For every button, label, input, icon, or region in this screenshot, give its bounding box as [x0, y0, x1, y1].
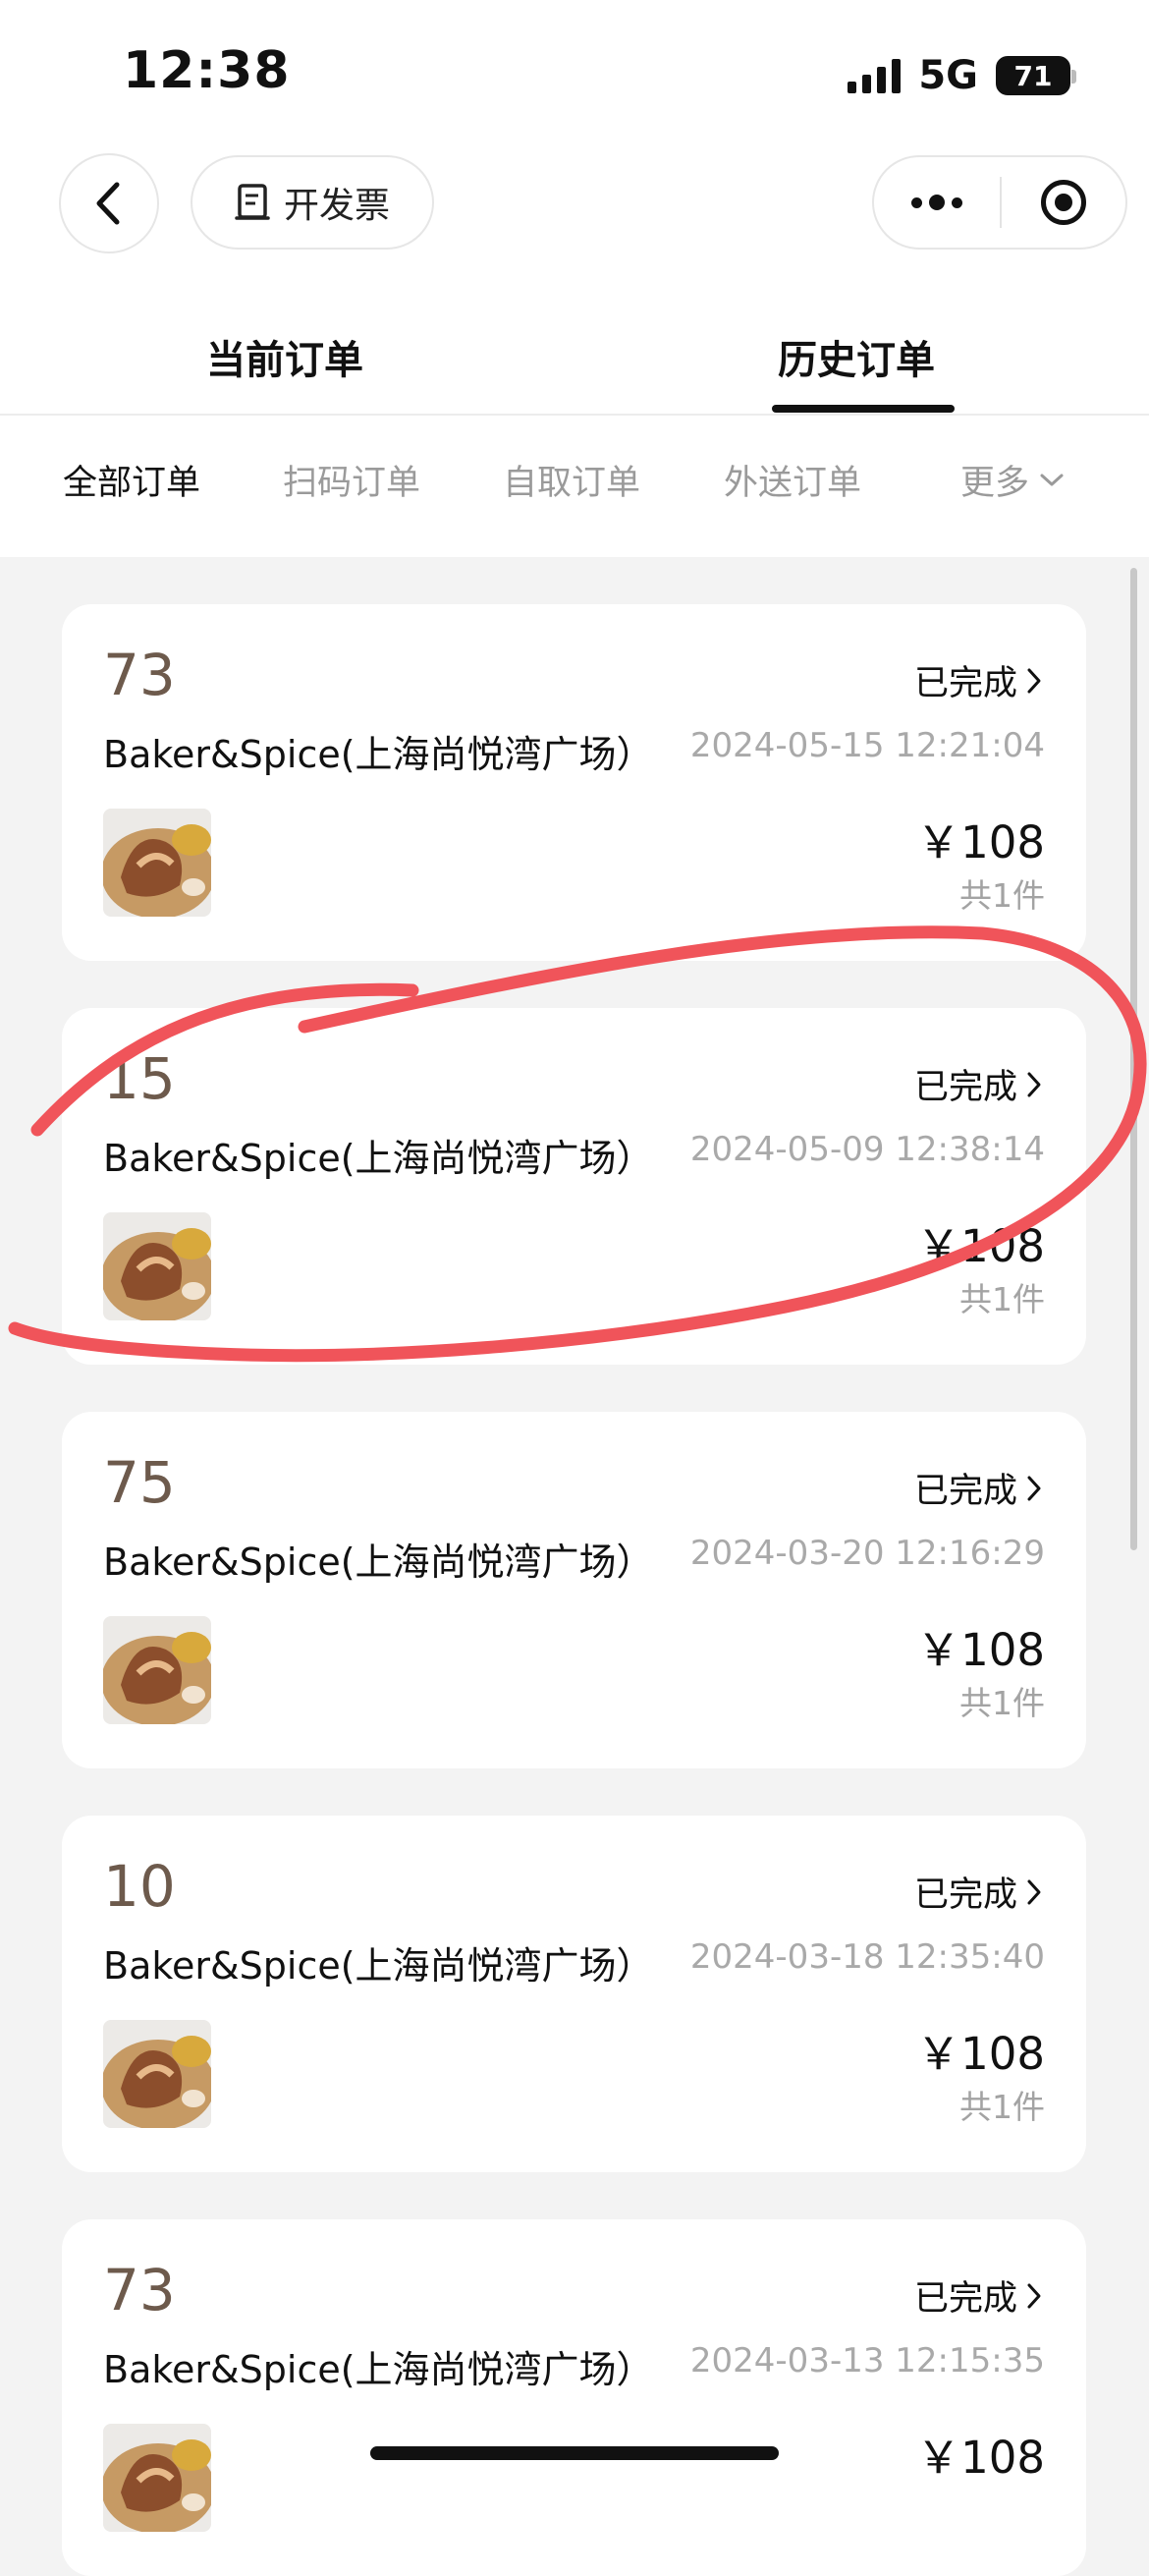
filter-pickup-orders[interactable]: 自取订单	[503, 455, 640, 505]
order-status[interactable]: 已完成	[914, 1463, 1043, 1513]
active-tab-indicator	[772, 405, 955, 413]
chevron-right-icon	[1027, 1476, 1041, 1500]
chevron-right-icon	[1027, 1879, 1041, 1904]
invoice-icon	[235, 184, 270, 220]
tab-current-orders[interactable]: 当前订单	[206, 328, 363, 385]
invoice-label: 开发票	[283, 186, 390, 226]
tab-history-orders[interactable]: 历史订单	[778, 328, 935, 385]
home-indicator[interactable]	[370, 2446, 779, 2460]
store-name: Baker&Spice(上海尚悦湾广场）	[103, 733, 654, 776]
filter-more-label: 更多	[960, 464, 1030, 503]
order-status-label: 已完成	[913, 1068, 1017, 1107]
order-number: 15	[103, 1045, 176, 1112]
miniprogram-capsule	[872, 155, 1127, 250]
order-status-label: 已完成	[913, 1876, 1017, 1915]
order-status[interactable]: 已完成	[914, 2270, 1043, 2321]
filter-more[interactable]: 更多	[960, 455, 1065, 505]
order-number: 10	[103, 1853, 176, 1920]
chevron-right-icon	[1027, 2283, 1041, 2308]
back-chevron-icon	[96, 182, 120, 225]
order-card[interactable]: 15 已完成 Baker&Spice(上海尚悦湾广场） 2024-05-09 1…	[62, 1008, 1086, 1365]
order-status-label: 已完成	[913, 664, 1017, 703]
signal-icon	[848, 58, 902, 93]
order-price: ￥108	[916, 816, 1045, 868]
order-time: 2024-05-09 12:38:14	[689, 1130, 1045, 1169]
order-filters: 全部订单 扫码订单 自取订单 外送订单 更多	[0, 455, 1149, 514]
item-count: 共1件	[959, 2088, 1045, 2126]
battery-icon: 71	[996, 56, 1076, 95]
store-name: Baker&Spice(上海尚悦湾广场）	[103, 1540, 654, 1584]
order-status-label: 已完成	[913, 1472, 1017, 1511]
order-price: ￥108	[916, 1624, 1045, 1676]
order-number: 73	[103, 642, 176, 708]
battery-level: 71	[1013, 59, 1053, 92]
tabs-divider	[0, 414, 1149, 416]
order-time: 2024-03-18 12:35:40	[689, 1937, 1045, 1977]
chevron-right-icon	[1027, 668, 1041, 693]
order-tabs: 当前订单 历史订单	[0, 314, 1149, 413]
status-time: 12:38	[123, 41, 291, 100]
network-type: 5G	[918, 53, 978, 98]
filter-all-orders[interactable]: 全部订单	[63, 455, 200, 505]
item-count: 共1件	[959, 1684, 1045, 1722]
order-card[interactable]: 73 已完成 Baker&Spice(上海尚悦湾广场） 2024-03-13 1…	[62, 2219, 1086, 2576]
food-thumbnail	[103, 2424, 211, 2532]
scrollbar[interactable]	[1130, 568, 1137, 1550]
food-thumbnail	[103, 2020, 211, 2128]
order-time: 2024-05-15 12:21:04	[689, 726, 1045, 765]
order-price: ￥108	[916, 2028, 1045, 2080]
more-button[interactable]	[874, 155, 1000, 250]
filter-scan-orders[interactable]: 扫码订单	[283, 455, 420, 505]
status-indicators: 5G 71	[848, 51, 1076, 100]
order-status[interactable]: 已完成	[914, 655, 1043, 705]
food-thumbnail	[103, 1212, 211, 1320]
order-price: ￥108	[916, 2432, 1045, 2484]
filter-delivery-orders[interactable]: 外送订单	[724, 455, 861, 505]
store-name: Baker&Spice(上海尚悦湾广场）	[103, 1137, 654, 1180]
store-name: Baker&Spice(上海尚悦湾广场）	[103, 2348, 654, 2391]
order-number: 73	[103, 2257, 176, 2324]
item-count: 共1件	[959, 876, 1045, 915]
order-price: ￥108	[916, 1220, 1045, 1272]
item-count: 共1件	[959, 1280, 1045, 1318]
invoice-button[interactable]: 开发票	[191, 155, 434, 250]
order-number: 75	[103, 1449, 176, 1516]
close-miniprogram-button[interactable]	[1002, 155, 1125, 250]
food-thumbnail	[103, 1616, 211, 1724]
store-name: Baker&Spice(上海尚悦湾广场）	[103, 1944, 654, 1988]
record-icon	[1040, 180, 1086, 225]
order-time: 2024-03-20 12:16:29	[689, 1534, 1045, 1573]
order-card[interactable]: 75 已完成 Baker&Spice(上海尚悦湾广场） 2024-03-20 1…	[62, 1412, 1086, 1768]
order-status[interactable]: 已完成	[914, 1059, 1043, 1109]
chevron-down-icon	[1040, 474, 1064, 485]
order-time: 2024-03-13 12:15:35	[689, 2341, 1045, 2380]
order-card[interactable]: 73 已完成 Baker&Spice(上海尚悦湾广场） 2024-05-15 1…	[62, 604, 1086, 961]
order-status-label: 已完成	[913, 2279, 1017, 2319]
food-thumbnail	[103, 809, 211, 917]
more-dots-icon	[911, 196, 922, 208]
chevron-right-icon	[1027, 1072, 1041, 1096]
order-status[interactable]: 已完成	[914, 1867, 1043, 1917]
back-button[interactable]	[59, 153, 159, 253]
order-card[interactable]: 10 已完成 Baker&Spice(上海尚悦湾广场） 2024-03-18 1…	[62, 1816, 1086, 2172]
